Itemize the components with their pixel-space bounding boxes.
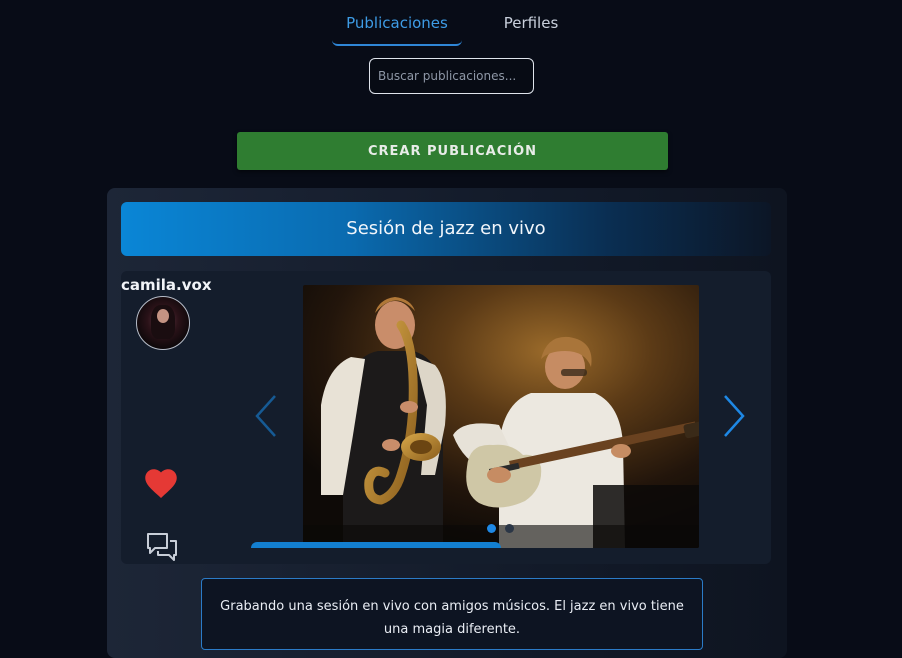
chevron-right-icon[interactable] [721, 393, 747, 439]
chevron-left-icon[interactable] [253, 393, 279, 439]
post-caption: Grabando una sesión en vivo con amigos m… [220, 599, 684, 637]
comments-icon[interactable] [145, 531, 179, 563]
post-title-bar: Sesión de jazz en vivo [121, 202, 771, 256]
heart-icon[interactable] [143, 466, 179, 500]
tab-bar: Publicaciones Perfiles [0, 0, 902, 48]
tab-perfiles[interactable]: Perfiles [476, 0, 586, 44]
post-caption-box: Grabando una sesión en vivo con amigos m… [201, 578, 703, 650]
post-image [303, 285, 699, 548]
carousel-dot-2[interactable] [505, 524, 514, 533]
avatar-face [157, 309, 169, 323]
search-box [369, 58, 534, 94]
post-card: Sesión de jazz en vivo camila.vox Graban… [107, 188, 787, 658]
post-username[interactable]: camila.vox [121, 276, 212, 294]
create-post-button[interactable]: CREAR PUBLICACIÓN [237, 132, 668, 170]
carousel-progress-bar [251, 542, 501, 548]
tab-publicaciones[interactable]: Publicaciones [332, 0, 462, 46]
search-input[interactable] [370, 59, 533, 93]
avatar[interactable] [136, 296, 190, 350]
carousel-dot-1[interactable] [487, 524, 496, 533]
post-title: Sesión de jazz en vivo [346, 218, 546, 239]
